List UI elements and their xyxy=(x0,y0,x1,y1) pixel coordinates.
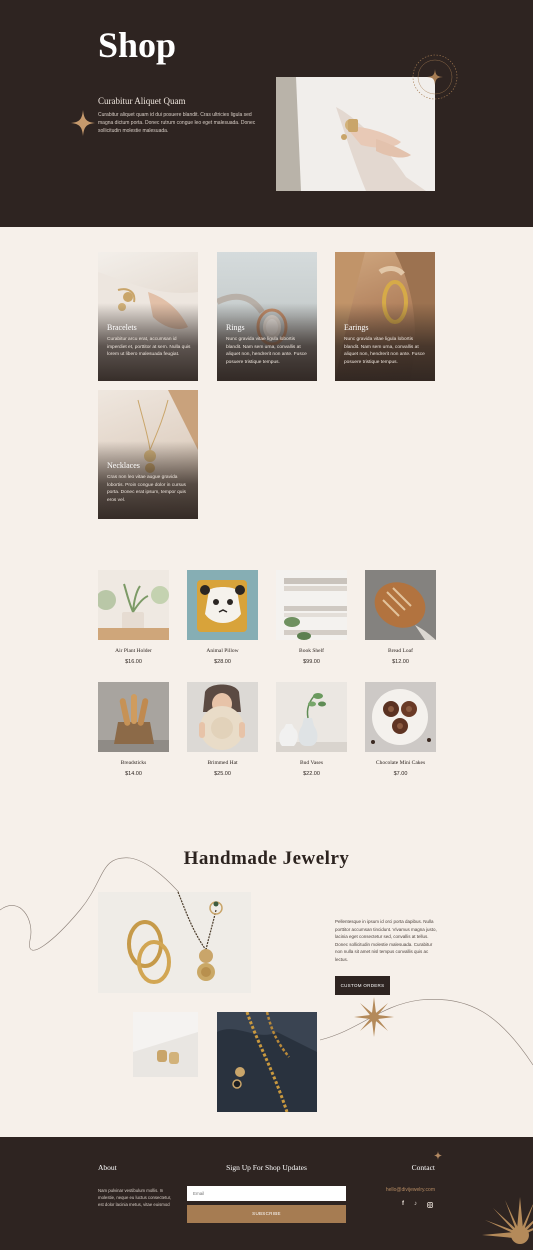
category-desc: Nunc gravida vitae ligula lobortis bland… xyxy=(344,337,425,365)
product-price: $16.00 xyxy=(125,659,142,665)
product-price: $99.00 xyxy=(303,659,320,665)
jewelry-image-small xyxy=(133,1012,198,1077)
section-text: Pellentesque in ipsum id orci porta dapi… xyxy=(335,919,437,962)
footer-contact-heading: Contact xyxy=(411,1163,435,1172)
product-name: Breadsticks xyxy=(120,760,147,766)
category-name: Rings xyxy=(226,323,245,332)
product-card[interactable]: Animal Pillow $28.00 xyxy=(187,570,258,665)
page-title: Shop xyxy=(98,25,177,65)
product-price: $14.00 xyxy=(125,771,142,777)
badge-icon xyxy=(412,54,458,100)
facebook-icon[interactable]: f xyxy=(402,1201,404,1207)
sparkle-icon xyxy=(434,1151,442,1160)
category-name: Bracelets xyxy=(107,323,137,332)
tiktok-icon[interactable]: ♪ xyxy=(414,1201,417,1207)
footer: About Nam pulvinar vestibulum mollis. In… xyxy=(0,1137,533,1250)
category-card-earings[interactable]: Earings Nunc gravida vitae ligula lobort… xyxy=(335,252,435,381)
burst-icon xyxy=(482,1197,533,1244)
product-price: $25.00 xyxy=(214,771,231,777)
custom-orders-button[interactable]: CUSTOM ORDERS xyxy=(335,976,390,995)
category-card-rings[interactable]: Rings Nunc gravida vitae ligula lobortis… xyxy=(217,252,317,381)
product-image xyxy=(187,682,258,752)
product-image xyxy=(187,570,258,640)
product-image xyxy=(276,682,347,752)
instagram-icon[interactable] xyxy=(427,1202,433,1208)
product-card[interactable]: Brimmed Hat $25.00 xyxy=(187,682,258,777)
product-image xyxy=(276,570,347,640)
hero-subtitle: Curabitur Aliquet Quam xyxy=(98,96,186,106)
sparkle-icon xyxy=(71,110,95,136)
product-image xyxy=(365,682,436,752)
product-price: $7.00 xyxy=(393,771,408,777)
product-name: Animal Pillow xyxy=(206,648,239,654)
contact-email-link[interactable]: hello@divijewelry.com xyxy=(0,1187,435,1193)
product-name: Chocolate Mini Cakes xyxy=(375,760,426,766)
product-image xyxy=(365,570,436,640)
product-name: Bud Vases xyxy=(300,760,323,766)
product-name: Bread Loaf xyxy=(388,648,413,654)
jewelry-image-dark xyxy=(217,1012,317,1112)
category-desc: Cras non leo vitae augue gravida loborti… xyxy=(107,475,186,503)
category-name: Necklaces xyxy=(107,461,140,470)
category-card-necklaces[interactable]: Necklaces Cras non leo vitae augue gravi… xyxy=(98,390,198,519)
product-name: Brimmed Hat xyxy=(207,760,238,766)
category-card-bracelets[interactable]: Bracelets Curabitur arcu erat, accumsan … xyxy=(98,252,198,381)
category-desc: Curabitur arcu erat, accumsan id imperdi… xyxy=(107,337,191,357)
category-desc: Nunc gravida vitae ligula lobortis bland… xyxy=(226,337,307,365)
jewelry-image-large xyxy=(98,892,251,993)
product-card[interactable]: Book Shelf $99.00 xyxy=(276,570,347,665)
product-price: $12.00 xyxy=(392,659,409,665)
section-title: Handmade Jewelry xyxy=(183,848,350,869)
category-name: Earings xyxy=(344,323,369,332)
product-image xyxy=(98,682,169,752)
burst-icon xyxy=(354,997,394,1037)
product-price: $28.00 xyxy=(214,659,231,665)
hero-text: Curabitur aliquet quam id dui posuere bl… xyxy=(98,112,256,134)
product-card[interactable]: Air Plant Holder $16.00 xyxy=(98,570,169,665)
hero-section: Shop Curabitur Aliquet Quam Curabitur al… xyxy=(0,0,533,227)
product-image xyxy=(98,570,169,640)
product-price: $22.00 xyxy=(303,771,320,777)
product-card[interactable]: Bud Vases $22.00 xyxy=(276,682,347,777)
product-name: Air Plant Holder xyxy=(115,648,152,654)
product-name: Book Shelf xyxy=(299,648,324,654)
product-card[interactable]: Breadsticks $14.00 xyxy=(98,682,169,777)
product-card[interactable]: Bread Loaf $12.00 xyxy=(365,570,436,665)
subscribe-button[interactable]: SUBSCRIBE xyxy=(187,1205,346,1223)
product-card[interactable]: Chocolate Mini Cakes $7.00 xyxy=(365,682,436,777)
